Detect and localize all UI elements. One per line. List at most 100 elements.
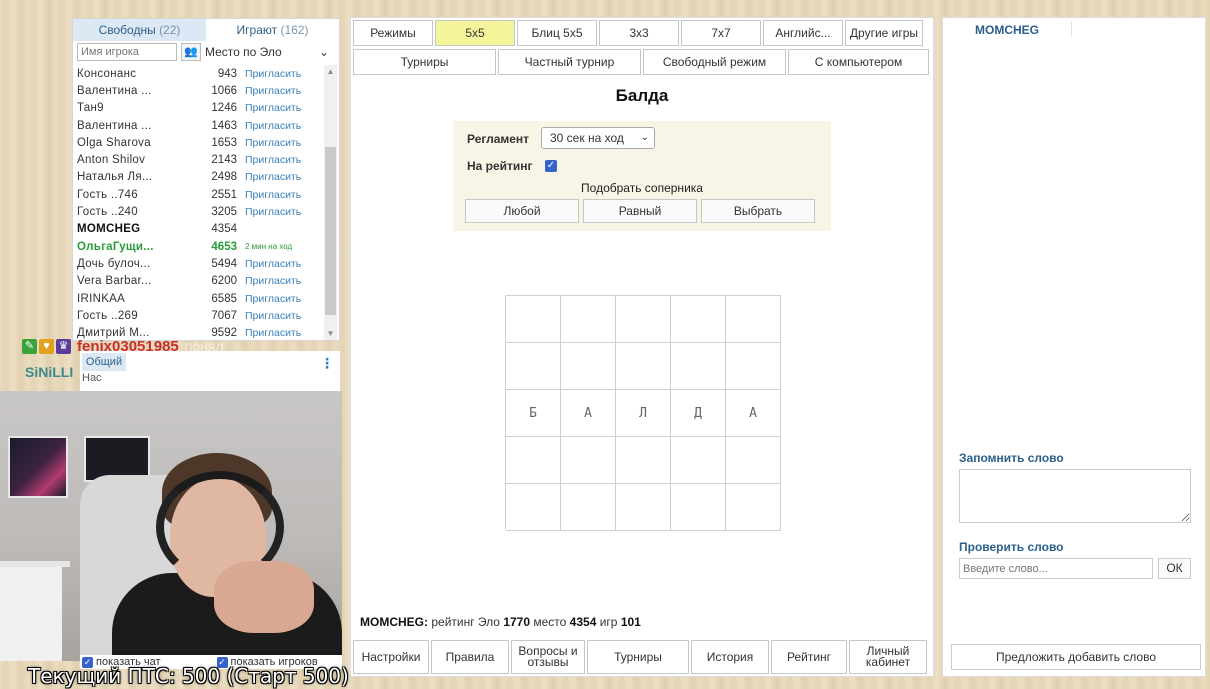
bottom-nav-button[interactable]: Турниры <box>587 640 689 674</box>
find-opponent-button[interactable]: Выбрать <box>701 199 815 223</box>
player-row[interactable]: Валентина ... 1463 Пригласить <box>73 117 325 134</box>
player-row[interactable]: Anton Shilov 2143 Пригласить <box>73 151 325 168</box>
mode-tab-secondary[interactable]: С компьютером <box>788 49 929 75</box>
check-word-input[interactable] <box>959 558 1153 579</box>
scroll-down-icon[interactable]: ▼ <box>324 329 337 338</box>
group-icon[interactable]: 👥 <box>181 43 201 61</box>
board-cell[interactable]: Б <box>506 390 561 437</box>
mode-tab[interactable]: Английс... <box>763 20 843 46</box>
board-cell[interactable] <box>561 296 616 343</box>
find-opponent-button[interactable]: Равный <box>583 199 697 223</box>
bottom-nav-button[interactable]: История <box>691 640 769 674</box>
player-rating: 1653 <box>211 136 237 149</box>
invite-link[interactable]: Пригласить <box>245 293 301 305</box>
board-cell[interactable] <box>561 484 616 531</box>
invite-link[interactable]: Пригласить <box>245 120 301 132</box>
board-cell[interactable] <box>671 343 726 390</box>
player-row[interactable]: Тан9 1246 Пригласить <box>73 100 325 117</box>
player-row[interactable]: Гость ..240 3205 Пригласить <box>73 203 325 220</box>
bottom-nav-button[interactable]: Настройки <box>353 640 429 674</box>
player-row[interactable]: Дочь булоч... 5494 Пригласить <box>73 255 325 272</box>
chat-tab-general[interactable]: Общий <box>82 353 126 371</box>
board-cell[interactable] <box>506 437 561 484</box>
board-cell[interactable] <box>561 343 616 390</box>
board-cell[interactable]: Д <box>671 390 726 437</box>
board-cell[interactable] <box>671 296 726 343</box>
player-row[interactable]: Валентина ... 1066 Пригласить <box>73 82 325 99</box>
tab-playing-players[interactable]: Играют (162) <box>206 19 339 41</box>
player-row[interactable]: Гость ..746 2551 Пригласить <box>73 186 325 203</box>
board-cell[interactable] <box>616 343 671 390</box>
remember-word-textarea[interactable] <box>959 469 1191 523</box>
board-cell[interactable] <box>506 343 561 390</box>
mode-tab[interactable]: Блиц 5x5 <box>517 20 597 46</box>
player-rating: 6200 <box>211 275 237 288</box>
board-cell[interactable] <box>726 437 781 484</box>
invite-link[interactable]: Пригласить <box>245 310 301 322</box>
player-row[interactable]: Гость ..269 7067 Пригласить <box>73 307 325 324</box>
board-cell[interactable] <box>726 484 781 531</box>
board-cell[interactable] <box>726 296 781 343</box>
invite-link[interactable]: Пригласить <box>245 68 301 80</box>
invite-link[interactable]: Пригласить <box>245 189 301 201</box>
tab-free-players[interactable]: Свободны (22) <box>73 19 206 41</box>
invite-link[interactable]: Пригласить <box>245 154 301 166</box>
invite-link[interactable]: Пригласить <box>245 102 301 114</box>
players-scrollbar[interactable]: ▲ ▼ <box>324 65 337 340</box>
player-name: Гость ..240 <box>77 206 138 219</box>
edit-badge-icon: ✎ <box>22 338 37 354</box>
board-cell[interactable] <box>671 437 726 484</box>
player-row[interactable]: Консонанс 943 Пригласить <box>73 65 325 82</box>
board-cell[interactable]: Л <box>616 390 671 437</box>
mode-tab[interactable]: Режимы <box>353 20 433 46</box>
player-row[interactable]: Vera Barbar... 6200 Пригласить <box>73 273 325 290</box>
invite-link[interactable]: Пригласить <box>245 171 301 183</box>
mode-tab-secondary[interactable]: Турниры <box>353 49 496 75</box>
bottom-nav-button[interactable]: Вопросы и отзывы <box>511 640 585 674</box>
player-row[interactable]: MOMCHEG 4354 <box>73 221 325 238</box>
invite-link[interactable]: Пригласить <box>245 327 301 339</box>
mode-tab-secondary[interactable]: Свободный режим <box>643 49 786 75</box>
mode-tab-secondary[interactable]: Частный турнир <box>498 49 641 75</box>
board-cell[interactable]: А <box>561 390 616 437</box>
check-word-ok-button[interactable]: ОК <box>1158 558 1191 579</box>
player-search-input[interactable] <box>77 43 177 61</box>
board-cell[interactable] <box>616 484 671 531</box>
player-row[interactable]: IRINKAA 6585 Пригласить <box>73 290 325 307</box>
player-row[interactable]: ОльгаГущи... 4653 2 мин на ход <box>73 238 325 255</box>
sort-select[interactable]: Место по Эло ⌄ <box>205 45 335 59</box>
invite-link[interactable]: Пригласить <box>245 85 301 97</box>
mode-tab[interactable]: 5x5 <box>435 20 515 46</box>
more-options-icon[interactable]: ⋮ <box>320 355 334 372</box>
find-opponent-button[interactable]: Любой <box>465 199 579 223</box>
scrollbar-thumb[interactable] <box>325 147 336 315</box>
mode-tab[interactable]: 7x7 <box>681 20 761 46</box>
rated-checkbox[interactable]: ✓ <box>545 160 557 172</box>
scroll-up-icon[interactable]: ▲ <box>324 67 337 76</box>
reglament-select[interactable]: 30 сек на ход ⌄ <box>541 127 655 149</box>
bottom-nav-button[interactable]: Личный кабинет <box>849 640 927 674</box>
chat-username-2: SiNiLLI <box>25 364 74 380</box>
player-row[interactable]: Olga Sharova 1653 Пригласить <box>73 134 325 151</box>
board-cell[interactable] <box>616 296 671 343</box>
invite-link[interactable]: Пригласить <box>245 137 301 149</box>
suggest-word-button[interactable]: Предложить добавить слово <box>951 644 1201 670</box>
board-cell[interactable] <box>616 437 671 484</box>
mode-tab[interactable]: Другие игры <box>845 20 923 46</box>
board-cell[interactable]: А <box>726 390 781 437</box>
board-cell[interactable] <box>506 296 561 343</box>
bottom-nav-button[interactable]: Правила <box>431 640 509 674</box>
stats-elo-value: 1770 <box>503 615 531 629</box>
board-cell[interactable] <box>671 484 726 531</box>
board-cell[interactable] <box>561 437 616 484</box>
bottom-nav-button[interactable]: Рейтинг <box>771 640 847 674</box>
sort-label: Место по Эло <box>205 45 282 59</box>
board-cell[interactable] <box>506 484 561 531</box>
player-row[interactable]: Наталья Ля... 2498 Пригласить <box>73 169 325 186</box>
invite-link[interactable]: Пригласить <box>245 258 301 270</box>
mode-tab[interactable]: 3x3 <box>599 20 679 46</box>
invite-link[interactable]: Пригласить <box>245 206 301 218</box>
board-cell[interactable] <box>726 343 781 390</box>
invite-link[interactable]: Пригласить <box>245 275 301 287</box>
player-rating: 1246 <box>211 102 237 115</box>
